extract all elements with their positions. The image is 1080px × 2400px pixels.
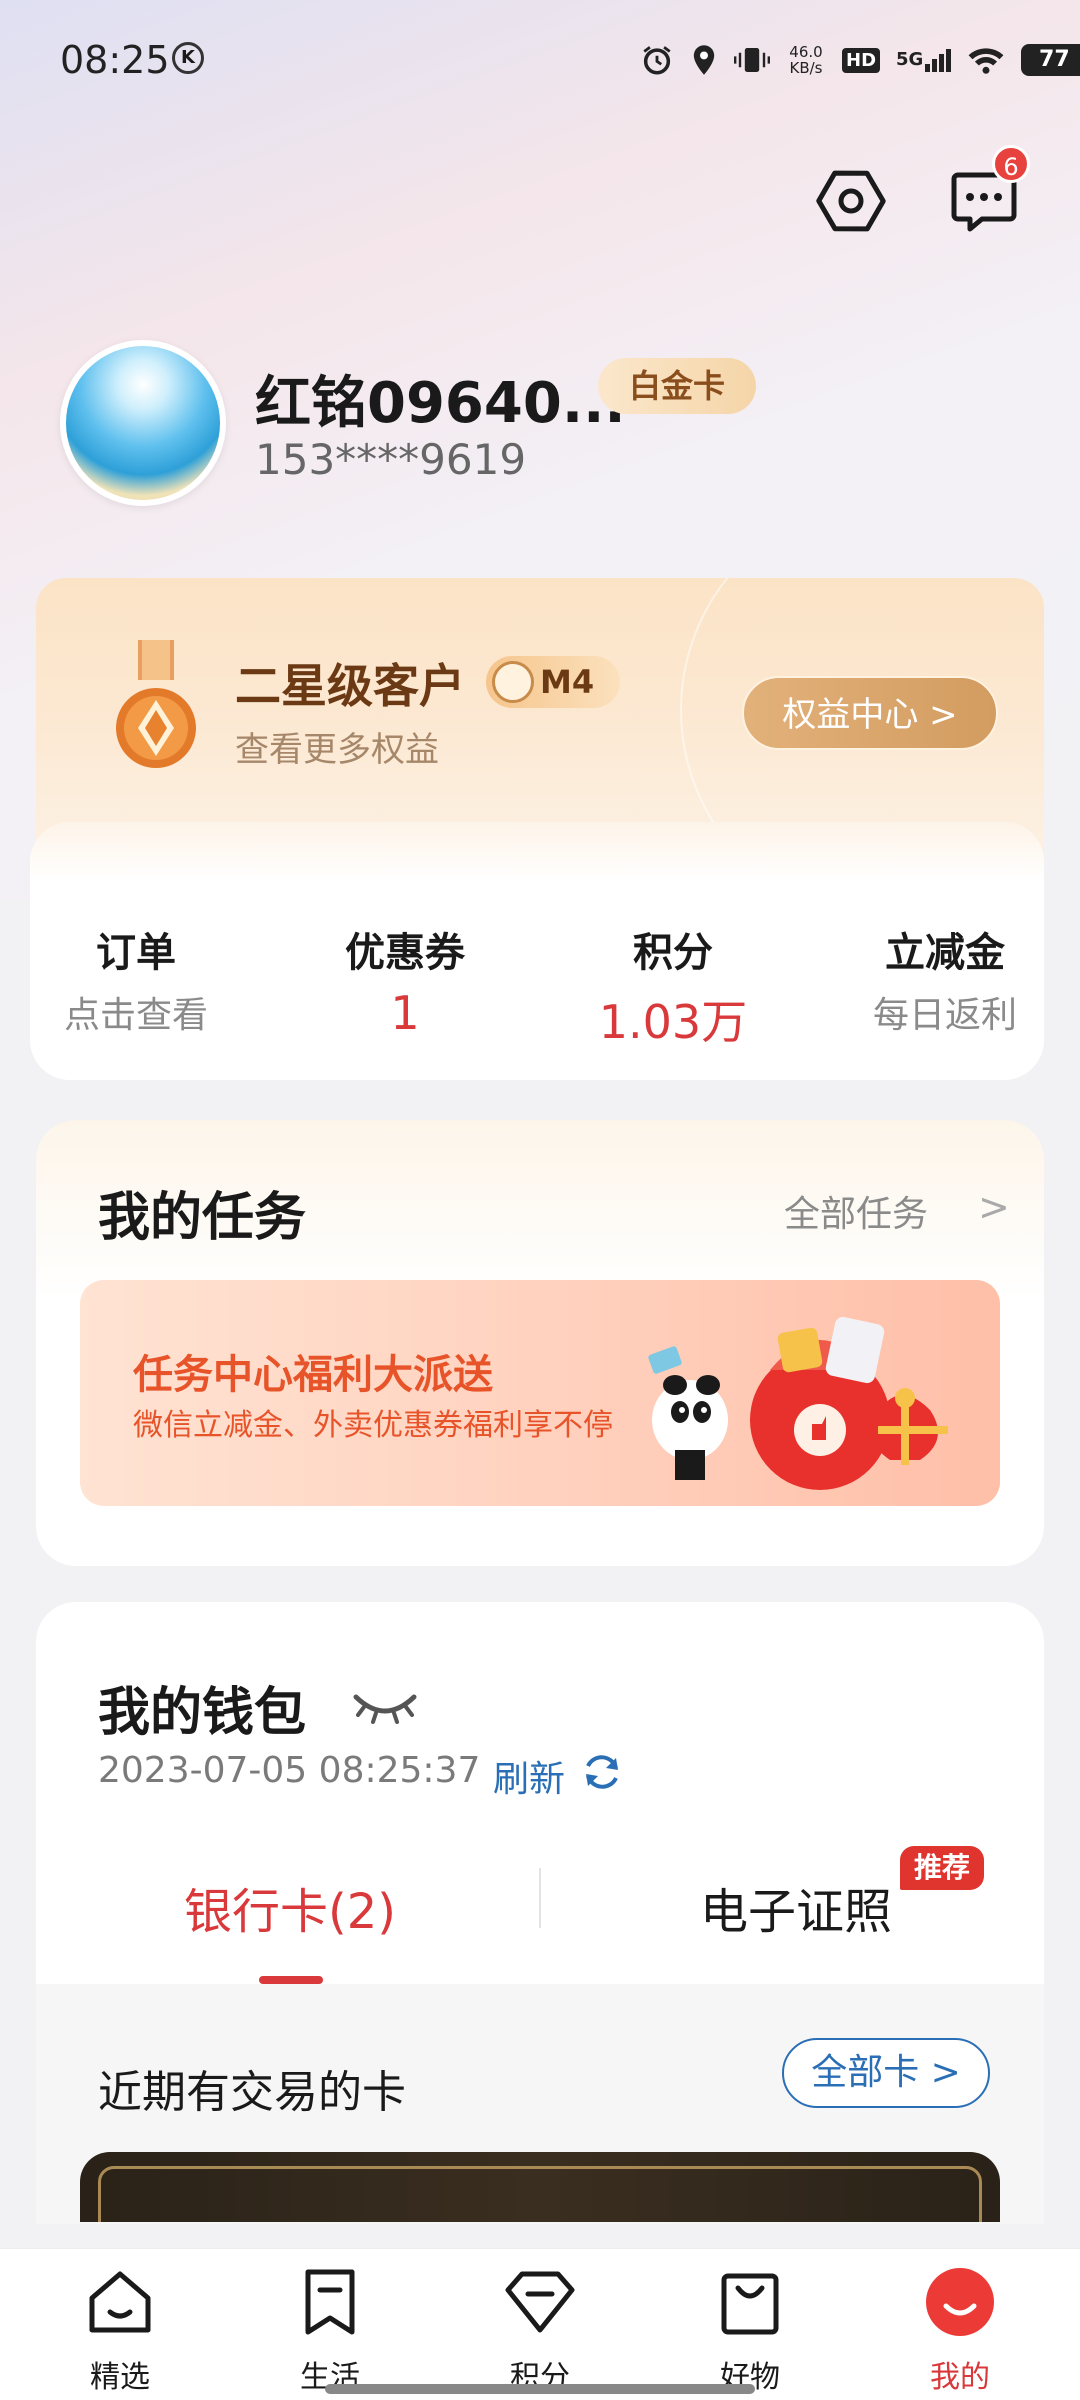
panda-gift-illustration <box>648 1316 948 1490</box>
network-5g: 5G <box>896 48 952 72</box>
tab-active-indicator <box>259 1976 323 1984</box>
bag-icon <box>721 2273 779 2335</box>
status-time: 08:25 <box>60 38 170 82</box>
profile-smile-icon <box>926 2268 994 2336</box>
alarm-icon <box>643 46 671 75</box>
nav-mine[interactable]: 我的 <box>890 2262 1030 2396</box>
user-name[interactable]: 红铭09640... <box>255 358 626 439</box>
message-badge: 6 <box>992 145 1030 183</box>
user-phone: 153****9619 <box>255 435 527 484</box>
tab-divider <box>539 1868 541 1928</box>
stat-cashback[interactable]: 立减金 每日返利 <box>825 920 1065 1038</box>
location-icon <box>693 45 715 75</box>
net-speed: 46.0 KB/s <box>789 43 823 77</box>
nav-life[interactable]: 生活 <box>260 2262 400 2396</box>
chevron-right-icon[interactable]: > <box>978 1185 1010 1229</box>
settings-icon[interactable] <box>815 165 887 237</box>
nav-goods[interactable]: 好物 <box>680 2262 820 2396</box>
battery-icon: 77 <box>1021 44 1080 76</box>
refresh-link[interactable]: 刷新 <box>493 1750 565 1802</box>
member-m-badge: M4 <box>486 656 620 708</box>
stat-points[interactable]: 积分 1.03万 <box>553 920 793 1052</box>
stat-orders[interactable]: 订单 点击查看 <box>16 920 256 1038</box>
rights-center-button[interactable]: 权益中心 > <box>742 676 998 750</box>
avatar[interactable] <box>60 340 226 506</box>
vibrate-icon <box>734 48 770 72</box>
wallet-title: 我的钱包 <box>98 1683 307 1743</box>
bank-card-preview[interactable] <box>80 2152 1000 2222</box>
eye-closed-icon[interactable] <box>350 1685 420 1725</box>
nav-points[interactable]: 积分 <box>470 2262 610 2396</box>
banner-title: 任务中心福利大派送 <box>133 1352 493 1398</box>
k-status-icon: K <box>172 42 204 74</box>
member-level: 二星级客户 <box>235 659 465 713</box>
hd-icon: HD <box>842 47 881 73</box>
tab-bank-cards[interactable]: 银行卡(2) <box>184 1872 396 1942</box>
medal-icon <box>116 640 196 768</box>
member-subtitle: 查看更多权益 <box>235 730 439 770</box>
wifi-icon <box>968 48 1004 74</box>
home-indicator[interactable] <box>325 2384 755 2394</box>
tier-badge[interactable]: 白金卡 <box>598 358 756 414</box>
banner-subtitle: 微信立减金、外卖优惠券福利享不停 <box>133 1408 613 1443</box>
stat-coupons[interactable]: 优惠券 1 <box>285 920 525 1040</box>
all-cards-button[interactable]: 全部卡 > <box>782 2038 990 2108</box>
recommend-badge: 推荐 <box>900 1846 984 1890</box>
all-tasks-link[interactable]: 全部任务 <box>784 1185 928 1237</box>
tab-e-certificates[interactable]: 电子证照 <box>700 1872 892 1942</box>
diamond-icon <box>505 2271 575 2333</box>
refresh-icon[interactable] <box>580 1750 624 1794</box>
m-badge-icon <box>492 661 534 703</box>
status-icons: 46.0 KB/s HD 5G 77 <box>640 38 1080 82</box>
nav-home[interactable]: 精选 <box>50 2262 190 2396</box>
recent-cards-title: 近期有交易的卡 <box>98 2067 406 2118</box>
wallet-timestamp: 2023-07-05 08:25:37 <box>98 1750 481 1791</box>
bookmark-icon <box>305 2269 355 2335</box>
home-icon <box>89 2271 151 2333</box>
task-title: 我的任务 <box>98 1188 307 1248</box>
